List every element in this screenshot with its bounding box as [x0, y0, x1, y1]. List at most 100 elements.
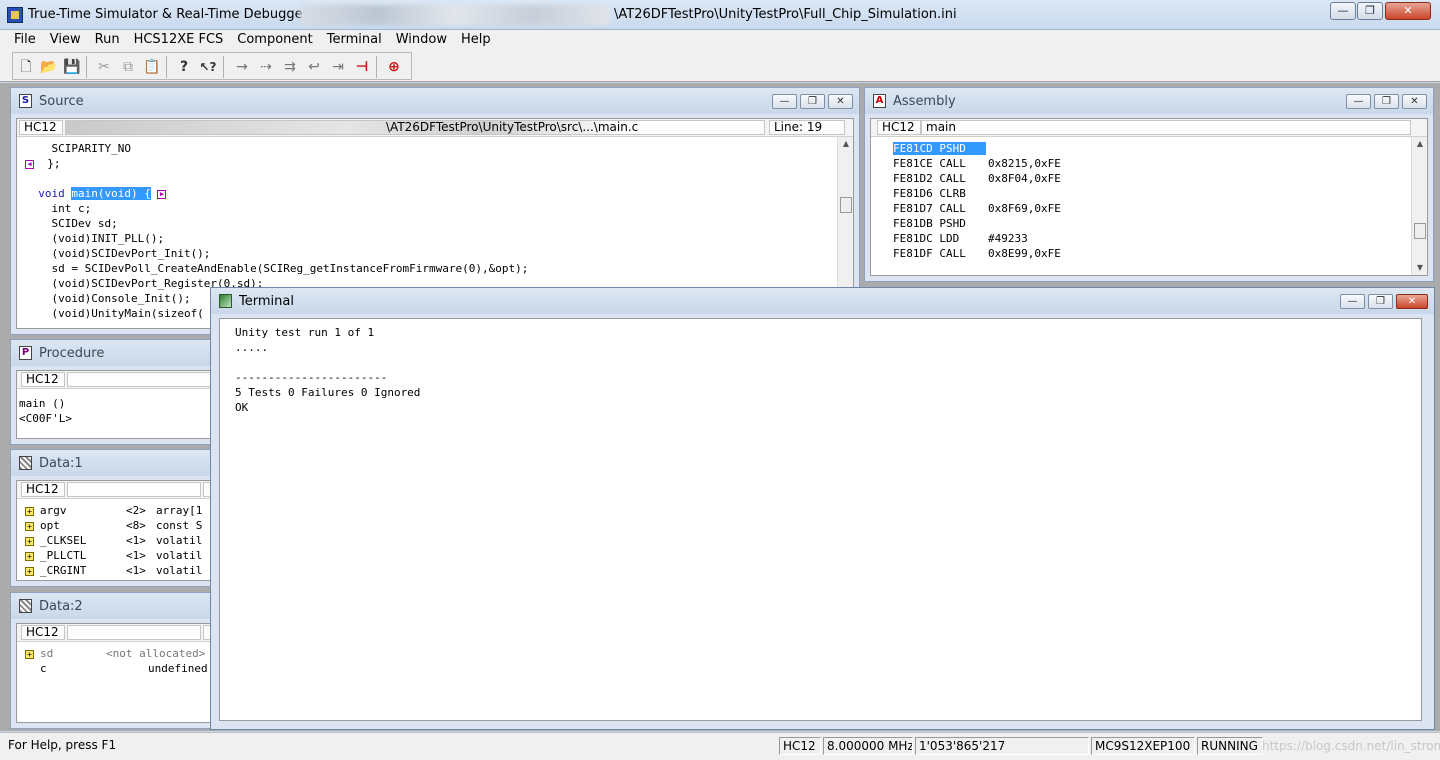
data1-pane[interactable]: HC12 + argv <2> array[1 + opt <8> const S + _CL…	[16, 480, 214, 581]
asm-line: FE81D2 CALL 0x8F04,0xFE	[893, 172, 1061, 185]
redacted-path	[300, 5, 610, 25]
terminal-title-bar[interactable]: Terminal — ❐ ✕	[211, 288, 1434, 314]
reset-icon[interactable]: ⊕	[383, 56, 405, 78]
menu-terminal[interactable]: Terminal	[319, 30, 388, 48]
new-file-icon[interactable]: 🗋	[15, 56, 37, 78]
close-button[interactable]: ✕	[1385, 2, 1431, 20]
menu-window[interactable]: Window	[388, 30, 453, 48]
assembly-scrollbar[interactable]: ▲ ▼	[1411, 137, 1427, 275]
asm-line: FE81CE CALL 0x8215,0xFE	[893, 157, 1061, 170]
assembly-title-bar[interactable]: A Assembly — ❐ ✕	[865, 88, 1433, 114]
source-header: HC12 \AT26DFTestPro\UnityTestPro\src\...…	[17, 119, 853, 137]
data2-header-field	[67, 625, 201, 640]
minimize-button[interactable]: —	[1340, 294, 1365, 309]
expand-icon: +	[25, 536, 34, 546]
halt-icon[interactable]: ⊣	[351, 56, 373, 78]
data1-window-title: Data:1	[39, 456, 83, 471]
expand-icon: +	[25, 566, 34, 576]
maximize-button[interactable]: ❐	[1357, 2, 1383, 20]
data2-pane[interactable]: HC12 + sd <not allocated> c undefined	[16, 623, 214, 723]
menu-component[interactable]: Component	[229, 30, 318, 48]
start-icon[interactable]: →	[231, 56, 253, 78]
step-over-icon[interactable]: ⇉	[279, 56, 301, 78]
procedure-line[interactable]: main ()	[19, 396, 65, 411]
toolbar-separator	[166, 56, 167, 78]
code-line: SCIPARITY_NO	[25, 142, 131, 155]
variable-row[interactable]: + _CRGINT <1> volatil	[25, 563, 202, 578]
menu-file[interactable]: File	[0, 30, 42, 48]
scroll-up-icon[interactable]: ▲	[1412, 137, 1427, 151]
restore-button[interactable]: ❐	[1374, 94, 1399, 109]
ini-file-path: \AT26DFTestPro\UnityTestPro\Full_Chip_Si…	[614, 7, 957, 22]
code-line: (void)INIT_PLL();	[25, 232, 165, 245]
menu-bar: File View Run HCS12XE FCS Component Terminal W…	[0, 30, 1440, 50]
close-button[interactable]: ✕	[828, 94, 853, 109]
open-folder-icon[interactable]: 📂	[38, 56, 60, 78]
copy-icon[interactable]: ⧉	[117, 56, 139, 78]
assembly-pane[interactable]: HC12 main FE81CD PSHD FE81CE CALL 0x8215…	[870, 118, 1428, 276]
code-line: (void)UnityMain(sizeof(	[25, 307, 204, 320]
save-icon[interactable]: 💾	[61, 56, 83, 78]
data2-title-bar[interactable]: Data:2	[11, 593, 219, 619]
variable-row[interactable]: + _PLLCTL <1> volatil	[25, 548, 202, 563]
data2-window-title: Data:2	[39, 599, 83, 614]
assembly-window[interactable]: A Assembly — ❐ ✕ HC12 main FE81CD PSHD FE8…	[864, 87, 1434, 282]
expand-icon: +	[25, 506, 34, 516]
asm-line: FE81D7 CALL 0x8F69,0xFE	[893, 202, 1061, 215]
code-line: (void)SCIDevPort_Init();	[25, 247, 211, 260]
minimize-button[interactable]: —	[1330, 2, 1356, 20]
variable-row[interactable]: c undefined	[25, 661, 208, 676]
terminal-line: Unity test run 1 of 1	[235, 326, 375, 339]
asm-line: FE81DF CALL 0x8E99,0xFE	[893, 247, 1061, 260]
function-label: main	[921, 120, 1411, 135]
variable-row[interactable]: + sd <not allocated>	[25, 646, 205, 661]
data-window-icon	[19, 599, 32, 613]
close-button[interactable]: ✕	[1396, 294, 1428, 309]
code-line: void main(void) { ▶	[25, 186, 167, 201]
restore-button[interactable]: ❐	[1368, 294, 1393, 309]
minimize-button[interactable]: —	[1346, 94, 1371, 109]
toolbar: 🗋 📂 💾 ✂ ⧉ 📋 ? ↖? → ⇢ ⇉ ↩ ⇥ ⊣ ⊕	[0, 50, 1440, 82]
terminal-window[interactable]: Terminal — ❐ ✕ Unity test run 1 of 1 .....…	[210, 287, 1435, 730]
assembly-step-icon[interactable]: ⇥	[327, 56, 349, 78]
source-window-title: Source	[39, 94, 84, 109]
cut-icon[interactable]: ✂	[93, 56, 115, 78]
source-title-bar[interactable]: S Source — ❐ ✕	[11, 88, 859, 114]
procedure-line: <C00F'L>	[19, 412, 72, 425]
variable-row[interactable]: + opt <8> const S	[25, 518, 202, 533]
asm-line: FE81DB PSHD	[893, 217, 966, 230]
single-step-icon[interactable]: ⇢	[255, 56, 277, 78]
minimize-button[interactable]: —	[772, 94, 797, 109]
app-icon	[7, 7, 23, 23]
procedure-title-bar[interactable]: P Procedure	[11, 340, 219, 366]
procedure-pane[interactable]: HC12 main () <C00F'L>	[16, 370, 214, 439]
scroll-up-icon[interactable]: ▲	[838, 137, 853, 151]
expand-icon: +	[25, 521, 34, 531]
scroll-thumb[interactable]	[1414, 223, 1426, 239]
data1-window[interactable]: Data:1 HC12 + argv <2> array[1 + opt <8> const…	[10, 449, 220, 587]
close-button[interactable]: ✕	[1402, 94, 1427, 109]
data2-window[interactable]: Data:2 HC12 + sd <not allocated> c undefine…	[10, 592, 220, 729]
code-line: SCIDev sd;	[25, 217, 118, 230]
cpu-label: HC12	[877, 120, 921, 135]
menu-run[interactable]: Run	[87, 30, 126, 48]
procedure-header-field	[67, 372, 213, 387]
menu-view[interactable]: View	[42, 30, 87, 48]
context-help-icon[interactable]: ↖?	[197, 56, 219, 78]
scroll-thumb[interactable]	[840, 197, 852, 213]
scroll-down-icon[interactable]: ▼	[1412, 261, 1427, 275]
paste-icon[interactable]: 📋	[141, 56, 163, 78]
code-line: sd = SCIDevPoll_CreateAndEnable(SCIReg_g…	[25, 262, 529, 275]
menu-hcs12xe-fcs[interactable]: HCS12XE FCS	[126, 30, 230, 48]
terminal-output[interactable]: Unity test run 1 of 1 ..... ------------…	[219, 318, 1422, 721]
restore-button[interactable]: ❐	[800, 94, 825, 109]
procedure-window[interactable]: P Procedure HC12 main () <C00F'L>	[10, 339, 220, 445]
variable-row[interactable]: + _CLKSEL <1> volatil	[25, 533, 202, 548]
step-out-icon[interactable]: ↩	[303, 56, 325, 78]
procedure-window-title: Procedure	[39, 346, 105, 361]
data1-title-bar[interactable]: Data:1	[11, 450, 219, 476]
help-icon[interactable]: ?	[173, 56, 195, 78]
variable-row[interactable]: + argv <2> array[1	[25, 503, 202, 518]
menu-help[interactable]: Help	[453, 30, 497, 48]
toolbar-separator	[223, 56, 224, 78]
